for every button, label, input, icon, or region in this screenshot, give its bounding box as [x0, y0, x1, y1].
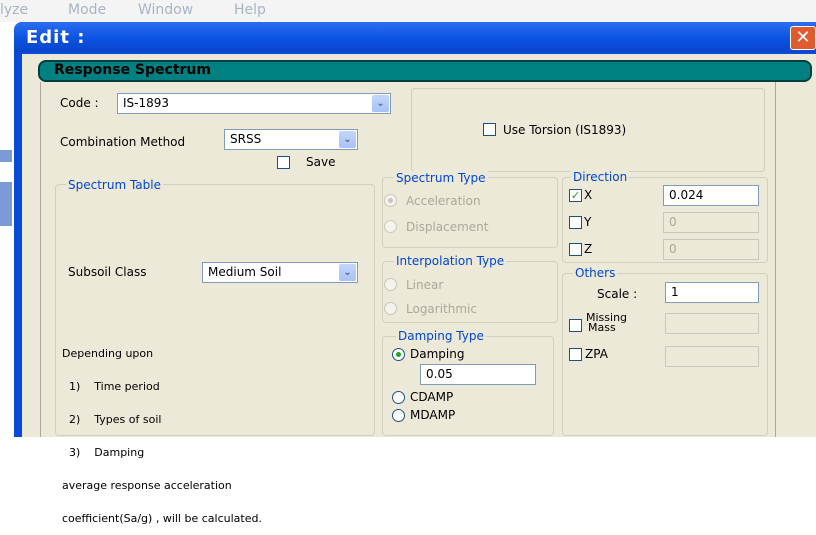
- missing-mass-checkbox[interactable]: [569, 319, 582, 332]
- damping-value-input[interactable]: 0.05: [420, 364, 536, 385]
- mass-label-line: Mass: [588, 321, 616, 334]
- menu-mode[interactable]: Mode: [68, 2, 106, 18]
- direction-z-checkbox[interactable]: [569, 243, 582, 256]
- direction-x-input[interactable]: 0.024: [663, 185, 759, 206]
- menu-analyze[interactable]: lyze: [0, 2, 28, 18]
- zpa-checkbox[interactable]: [569, 348, 582, 361]
- direction-y-checkbox[interactable]: [569, 216, 582, 229]
- save-checkbox[interactable]: [277, 156, 290, 169]
- logarithmic-label: Logarithmic: [406, 302, 477, 316]
- note-line: 1) Time period: [62, 380, 160, 393]
- note-line: coefficient(Sa/g) , will be calculated.: [62, 512, 262, 525]
- scale-label: Scale :: [597, 287, 638, 301]
- damping-radio[interactable]: [392, 348, 405, 361]
- background-selection: [0, 182, 12, 226]
- code-select[interactable]: IS-1893 ⌄: [117, 93, 391, 114]
- subsoil-class-value: Medium Soil: [208, 265, 282, 279]
- use-torsion-checkbox[interactable]: [483, 123, 496, 136]
- note-line: Depending upon: [62, 347, 154, 360]
- combination-method-select[interactable]: SRSS ⌄: [224, 129, 358, 150]
- direction-y-label: Y: [584, 215, 592, 229]
- missing-mass-label: Missing Mass: [586, 312, 627, 334]
- interpolation-type-title: Interpolation Type: [394, 254, 507, 268]
- displacement-radio[interactable]: [384, 220, 397, 233]
- code-value: IS-1893: [123, 96, 170, 110]
- menu-help[interactable]: Help: [234, 2, 266, 18]
- use-torsion-label: Use Torsion (IS1893): [503, 123, 627, 137]
- combination-method-label: Combination Method: [60, 135, 186, 149]
- direction-x-checkbox[interactable]: ✓: [569, 189, 582, 202]
- direction-y-input[interactable]: 0: [663, 212, 759, 233]
- menu-window[interactable]: Window: [138, 2, 193, 18]
- cdamp-radio[interactable]: [392, 391, 405, 404]
- chevron-down-icon[interactable]: ⌄: [372, 95, 389, 112]
- direction-z-label: Z: [584, 242, 593, 256]
- spectrum-table-title: Spectrum Table: [66, 178, 163, 192]
- damping-type-group: [382, 336, 554, 436]
- note-line: average response acceleration: [62, 479, 232, 492]
- spectrum-type-title: Spectrum Type: [394, 171, 488, 185]
- logarithmic-radio[interactable]: [384, 302, 397, 315]
- scale-input[interactable]: 1: [665, 282, 759, 303]
- menu-bar: lyze Mode Window Help: [0, 0, 816, 22]
- save-label: Save: [306, 155, 336, 169]
- mdamp-label: MDAMP: [410, 408, 456, 422]
- combination-method-value: SRSS: [230, 132, 262, 146]
- note-line: 3) Damping: [62, 446, 145, 459]
- background-window-edge: [0, 22, 14, 437]
- subsoil-class-select[interactable]: Medium Soil ⌄: [202, 262, 358, 283]
- spectrum-type-group: [382, 177, 558, 248]
- background-selection: [0, 150, 12, 162]
- dialog-title: Edit :: [26, 27, 86, 48]
- zpa-label: ZPA: [585, 347, 608, 361]
- spectrum-note: Depending upon 1) Time period 2) Types o…: [62, 326, 262, 535]
- zpa-input[interactable]: [665, 346, 759, 367]
- displacement-label: Displacement: [406, 220, 489, 234]
- damping-type-title: Damping Type: [396, 329, 486, 343]
- close-button[interactable]: ✕: [790, 26, 816, 50]
- section-header-title: Response Spectrum: [54, 62, 211, 78]
- note-line: 2) Types of soil: [62, 413, 162, 426]
- mdamp-radio[interactable]: [392, 409, 405, 422]
- others-title: Others: [573, 266, 618, 280]
- linear-radio[interactable]: [384, 278, 397, 291]
- direction-title: Direction: [571, 170, 630, 184]
- damping-label: Damping: [410, 347, 465, 361]
- acceleration-radio[interactable]: [384, 194, 397, 207]
- cdamp-label: CDAMP: [410, 390, 454, 404]
- subsoil-class-label: Subsoil Class: [68, 265, 147, 279]
- chevron-down-icon[interactable]: ⌄: [339, 264, 356, 281]
- code-label: Code :: [60, 96, 99, 110]
- direction-z-input[interactable]: 0: [663, 239, 759, 260]
- title-bar[interactable]: [14, 22, 816, 52]
- direction-x-label: X: [584, 188, 593, 202]
- linear-label: Linear: [406, 278, 444, 292]
- missing-mass-input[interactable]: [665, 313, 759, 334]
- acceleration-label: Acceleration: [406, 194, 481, 208]
- chevron-down-icon[interactable]: ⌄: [339, 131, 356, 148]
